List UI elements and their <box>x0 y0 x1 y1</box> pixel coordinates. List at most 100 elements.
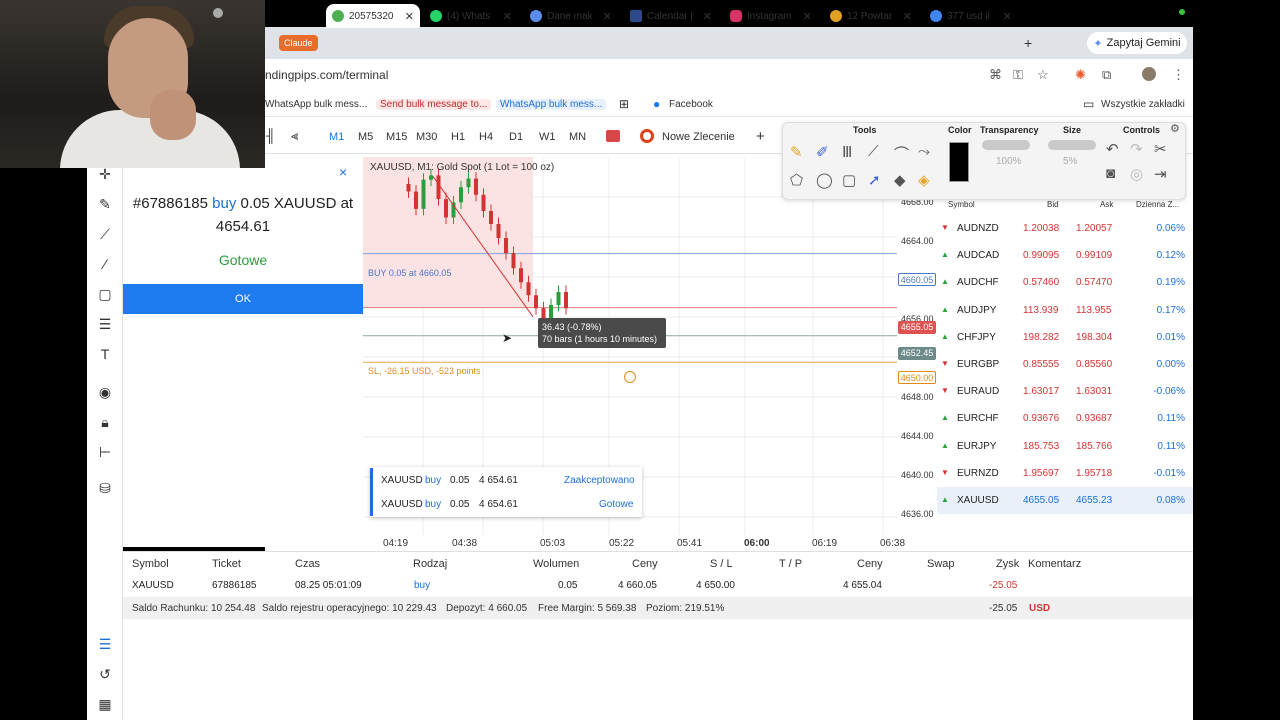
size-slider[interactable] <box>1048 140 1096 150</box>
market-watch-row[interactable]: ▼ EURAUD 1.63017 1.63031 -0.06% <box>937 378 1193 405</box>
col-time[interactable]: Czas <box>295 558 320 570</box>
rectangle-icon[interactable]: ▢ <box>96 286 114 303</box>
exit-icon[interactable]: ⇥ <box>1154 165 1167 183</box>
key-icon[interactable]: ⚿ <box>1013 67 1023 83</box>
tab-powtar[interactable]: 12 Powtar ✕ <box>824 4 918 28</box>
col-profit[interactable]: Zysk <box>996 558 1019 570</box>
bookmark-3[interactable]: WhatsApp bulk mess... <box>496 99 607 110</box>
arrow-tool-icon[interactable]: ⤳ <box>918 143 930 160</box>
col-price[interactable]: Ceny <box>857 558 883 570</box>
position-sl[interactable]: 4 650.00 <box>696 580 735 591</box>
menu-icon[interactable]: ⋮ <box>1172 67 1185 83</box>
database-icon[interactable]: ⛁ <box>96 480 114 497</box>
close-icon[interactable]: ✕ <box>597 10 612 23</box>
new-tab-button[interactable]: + <box>1024 35 1032 51</box>
all-bookmarks[interactable]: Wszystkie zakładki <box>1101 99 1185 110</box>
color-swatch[interactable] <box>949 142 969 182</box>
tab-google[interactable]: 377 usd il ✕ <box>924 4 1018 28</box>
text-icon[interactable]: T <box>96 346 114 362</box>
tf-m1[interactable]: M1 <box>329 131 344 143</box>
camera-icon[interactable]: ◙ <box>1106 165 1115 182</box>
square-tool-icon[interactable]: ▢ <box>842 171 856 189</box>
close-icon[interactable]: ✕ <box>399 10 414 23</box>
bookmark-2[interactable]: Send bulk message to... <box>376 99 492 110</box>
close-icon[interactable]: ✕ <box>997 10 1012 23</box>
tf-h1[interactable]: H1 <box>451 131 465 143</box>
bookmark-star-icon[interactable]: ☆ <box>1037 67 1049 83</box>
tab-calendar[interactable]: Calendar | ✕ <box>624 4 718 28</box>
undo-icon[interactable]: ↶ <box>1106 140 1119 158</box>
translate-icon[interactable]: ⌘ <box>989 67 1002 83</box>
polygon-tool-icon[interactable]: ⬠ <box>790 171 803 189</box>
col-swap[interactable]: Swap <box>927 558 955 570</box>
apps-grid-icon[interactable]: ⊞ <box>619 97 629 111</box>
indicators-icon[interactable]: ⫷ <box>291 128 298 144</box>
lock-icon[interactable]: 🔒︎ <box>96 414 114 431</box>
avatar[interactable] <box>1142 67 1156 81</box>
tf-d1[interactable]: D1 <box>509 131 523 143</box>
tab-dane[interactable]: Dane mak ✕ <box>524 4 618 28</box>
close-icon[interactable]: ✕ <box>897 10 912 23</box>
pencil-icon[interactable]: ✎ <box>790 143 803 161</box>
eye-icon[interactable]: ◉ <box>96 384 114 401</box>
market-watch-row[interactable]: ▲ XAUUSD 4655.05 4655.23 0.08% <box>937 487 1193 514</box>
tab-group-claude[interactable]: Claude <box>279 35 318 51</box>
calculator-icon[interactable]: ▦ <box>96 696 114 713</box>
bookmark-facebook[interactable]: Facebook <box>669 99 713 110</box>
extensions-icon[interactable]: ⧉ <box>1102 67 1111 83</box>
stop-loss-label[interactable]: SL, -26.15 USD, -523 points <box>368 366 481 376</box>
candle-type-icon[interactable]: ╢ <box>266 128 275 143</box>
col-comment[interactable]: Komentarz <box>1028 558 1081 570</box>
tree-icon[interactable]: ⊢ <box>96 444 114 461</box>
select-tool-icon[interactable]: ➚ <box>868 171 881 189</box>
url-field[interactable]: ndingpips.com/terminal <box>265 68 388 82</box>
fib-levels-icon[interactable]: ☰ <box>96 316 114 333</box>
marker-icon[interactable]: ✐ <box>816 143 829 161</box>
tab-whatsapp[interactable]: (4) Whats ✕ <box>424 4 518 28</box>
text-tool-icon[interactable]: Ⅲ <box>842 143 852 161</box>
close-icon[interactable]: ✕ <box>797 10 812 23</box>
market-watch-row[interactable]: ▼ AUDNZD 1.20038 1.20057 0.06% <box>937 215 1193 242</box>
close-icon[interactable]: × <box>339 164 347 180</box>
position-symbol[interactable]: XAUUSD <box>132 580 174 591</box>
market-watch-row[interactable]: ▲ AUDCAD 0.99095 0.99109 0.12% <box>937 242 1193 269</box>
settings-gear-icon[interactable]: ⚙ <box>1170 122 1180 135</box>
buy-line-label[interactable]: BUY 0.05 at 4660.05 <box>368 268 451 278</box>
eraser-icon[interactable]: ◆ <box>894 171 906 189</box>
tab-instagram[interactable]: Instagram ✕ <box>724 4 818 28</box>
tab-terminal[interactable]: 20575320 ✕ <box>326 4 420 28</box>
crosshair-icon[interactable]: ✛ <box>96 166 114 183</box>
tf-m15[interactable]: M15 <box>386 131 407 143</box>
clear-icon[interactable]: ✂ <box>1154 140 1167 158</box>
trendline-icon[interactable]: ⟋ <box>96 226 114 243</box>
list-icon[interactable]: ☰ <box>96 636 114 653</box>
chart-mode-icon[interactable] <box>606 130 620 142</box>
new-order-button[interactable]: Nowe Zlecenie <box>662 131 735 143</box>
ok-button[interactable]: OK <box>123 284 363 314</box>
claude-extension-icon[interactable]: ✺ <box>1075 67 1086 83</box>
col-open-price[interactable]: Ceny <box>632 558 658 570</box>
market-watch-row[interactable]: ▲ AUDCHF 0.57460 0.57470 0.19% <box>937 269 1193 296</box>
col-ticket[interactable]: Ticket <box>212 558 241 570</box>
sl-drag-handle[interactable] <box>624 371 636 383</box>
hide-icon[interactable]: ◎ <box>1130 165 1143 183</box>
close-icon[interactable]: ✕ <box>497 10 512 23</box>
history-icon[interactable]: ↺ <box>96 666 114 683</box>
market-watch-row[interactable]: ▲ EURJPY 185.753 185.766 0.11% <box>937 433 1193 460</box>
tf-m30[interactable]: M30 <box>416 131 437 143</box>
transparency-slider[interactable] <box>982 140 1030 150</box>
fill-tool-icon[interactable]: ◈ <box>918 171 930 189</box>
market-watch-row[interactable]: ▲ CHFJPY 198.282 198.304 0.01% <box>937 324 1193 351</box>
col-symbol[interactable]: Symbol <box>132 558 169 570</box>
circle-tool-icon[interactable]: ◯ <box>816 171 833 189</box>
gemini-button[interactable]: ✦ Zapytaj Gemini <box>1087 32 1187 54</box>
line-tool-icon[interactable]: ⟋ <box>868 143 879 160</box>
add-button[interactable]: + <box>756 128 765 145</box>
col-type[interactable]: Rodzaj <box>413 558 447 570</box>
tf-h4[interactable]: H4 <box>479 131 493 143</box>
market-watch-row[interactable]: ▲ AUDJPY 113.939 113.955 0.17% <box>937 297 1193 324</box>
market-watch-row[interactable]: ▼ EURNZD 1.95697 1.95718 -0.01% <box>937 460 1193 487</box>
brush-icon[interactable]: ✎ <box>96 196 114 213</box>
bookmark-1[interactable]: WhatsApp bulk mess... <box>265 99 367 110</box>
tf-mn[interactable]: MN <box>569 131 586 143</box>
